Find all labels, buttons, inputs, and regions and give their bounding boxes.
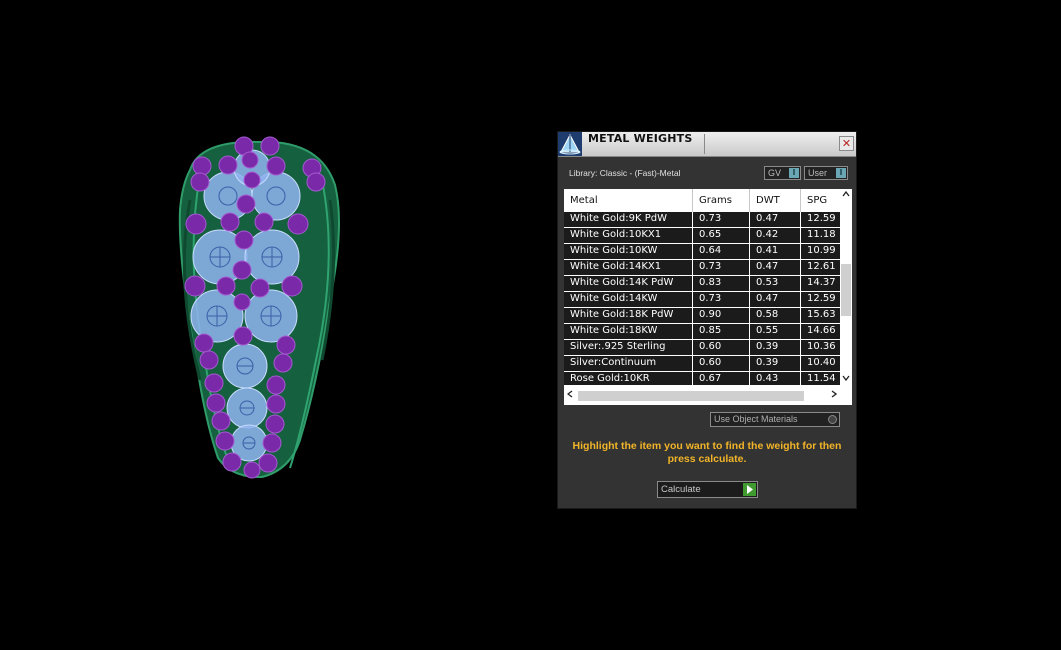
- table-row[interactable]: White Gold:14KX1 0.73 0.47 12.61: [564, 260, 840, 276]
- dwt-cell: 0.39: [756, 341, 779, 352]
- metal-cell: Silver:.925 Sterling: [570, 341, 666, 352]
- spg-cell: 10.40: [807, 357, 836, 368]
- grams-cell: 0.60: [699, 341, 722, 352]
- toggle-knob-icon: I: [836, 168, 846, 178]
- grams-cell: 0.67: [699, 373, 722, 384]
- metal-table: Metal Grams DWT SPG White Gold:9K PdW 0.…: [564, 189, 852, 405]
- spg-cell: 14.37: [807, 277, 836, 288]
- ring-model[interactable]: [178, 136, 340, 479]
- spg-cell: 12.59: [807, 293, 836, 304]
- metal-cell: Rose Gold:10KR: [570, 373, 650, 384]
- table-header: Metal Grams DWT SPG: [564, 189, 840, 212]
- table-row[interactable]: White Gold:14KW 0.73 0.47 12.59: [564, 292, 840, 308]
- dwt-cell: 0.47: [756, 213, 779, 224]
- dialog-titlebar[interactable]: METAL WEIGHTS ✕: [558, 132, 856, 157]
- table-row[interactable]: Silver:.925 Sterling 0.60 0.39 10.36: [564, 340, 840, 356]
- metal-cell: White Gold:9K PdW: [570, 213, 667, 224]
- dwt-cell: 0.58: [756, 309, 779, 320]
- instructions-text: Highlight the item you want to find the …: [572, 440, 842, 465]
- column-header-metal[interactable]: Metal: [570, 189, 598, 212]
- use-object-materials-option[interactable]: Use Object Materials: [710, 412, 840, 427]
- grams-cell: 0.65: [699, 229, 722, 240]
- arrow-right-icon[interactable]: [828, 389, 840, 403]
- radio-icon[interactable]: [828, 415, 837, 424]
- grams-cell: 0.64: [699, 245, 722, 256]
- table-row[interactable]: Silver:Continuum 0.60 0.39 10.40: [564, 356, 840, 372]
- table-row[interactable]: White Gold:14K PdW 0.83 0.53 14.37: [564, 276, 840, 292]
- spg-cell: 10.36: [807, 341, 836, 352]
- grams-cell: 0.73: [699, 293, 722, 304]
- metal-cell: White Gold:18K PdW: [570, 309, 674, 320]
- 3d-viewport[interactable]: [0, 0, 1061, 650]
- grams-cell: 0.90: [699, 309, 722, 320]
- table-row[interactable]: White Gold:18K PdW 0.90 0.58 15.63: [564, 308, 840, 324]
- vertical-scroll-thumb[interactable]: [841, 264, 851, 316]
- column-header-grams[interactable]: Grams: [699, 189, 732, 212]
- vertical-scrollbar[interactable]: [840, 189, 852, 385]
- dwt-cell: 0.43: [756, 373, 779, 384]
- toggle-knob-icon: I: [789, 168, 799, 178]
- dwt-cell: 0.47: [756, 293, 779, 304]
- table-row[interactable]: White Gold:9K PdW 0.73 0.47 12.59: [564, 212, 840, 228]
- spg-cell: 10.99: [807, 245, 836, 256]
- spg-cell: 14.66: [807, 325, 836, 336]
- arrow-down-icon[interactable]: [841, 373, 851, 385]
- grams-cell: 0.85: [699, 325, 722, 336]
- table-row[interactable]: White Gold:10KW 0.64 0.41 10.99: [564, 244, 840, 260]
- spg-cell: 15.63: [807, 309, 836, 320]
- grams-cell: 0.73: [699, 213, 722, 224]
- table-row[interactable]: White Gold:10KX1 0.65 0.42 11.18: [564, 228, 840, 244]
- dwt-cell: 0.41: [756, 245, 779, 256]
- dwt-cell: 0.55: [756, 325, 779, 336]
- table-row[interactable]: White Gold:18KW 0.85 0.55 14.66: [564, 324, 840, 340]
- gv-toggle[interactable]: GV I: [764, 166, 801, 180]
- metal-cell: White Gold:14K PdW: [570, 277, 674, 288]
- metal-weights-dialog: METAL WEIGHTS ✕ Library: Classic - (Fast…: [557, 131, 857, 509]
- grams-cell: 0.60: [699, 357, 722, 368]
- use-object-materials-label: Use Object Materials: [714, 414, 798, 424]
- table-body: White Gold:9K PdW 0.73 0.47 12.59 White …: [564, 212, 840, 385]
- horizontal-scrollbar[interactable]: [564, 389, 840, 403]
- spg-cell: 12.59: [807, 213, 836, 224]
- gv-toggle-label: GV: [768, 168, 782, 178]
- dwt-cell: 0.53: [756, 277, 779, 288]
- user-toggle-label: User: [808, 168, 828, 178]
- close-icon[interactable]: ✕: [839, 136, 854, 151]
- dialog-title: METAL WEIGHTS: [588, 132, 693, 145]
- play-icon: [743, 483, 756, 496]
- column-header-dwt[interactable]: DWT: [756, 189, 780, 212]
- table-row[interactable]: Rose Gold:10KR 0.67 0.43 11.54: [564, 372, 840, 385]
- horizontal-scroll-thumb[interactable]: [578, 391, 804, 401]
- metal-cell: White Gold:10KW: [570, 245, 658, 256]
- library-label: Library: Classic - (Fast)-Metal: [569, 168, 681, 178]
- grams-cell: 0.83: [699, 277, 722, 288]
- metal-cell: Silver:Continuum: [570, 357, 657, 368]
- spg-cell: 11.18: [807, 229, 836, 240]
- dwt-cell: 0.39: [756, 357, 779, 368]
- pyramid-logo-icon: [558, 132, 582, 156]
- user-toggle[interactable]: User I: [804, 166, 848, 180]
- dwt-cell: 0.42: [756, 229, 779, 240]
- dwt-cell: 0.47: [756, 261, 779, 272]
- titlebar-divider: [704, 134, 705, 154]
- metal-cell: White Gold:18KW: [570, 325, 658, 336]
- metal-cell: White Gold:14KW: [570, 293, 658, 304]
- calculate-label: Calculate: [661, 484, 701, 495]
- spg-cell: 11.54: [807, 373, 836, 384]
- calculate-button[interactable]: Calculate: [657, 481, 758, 498]
- metal-cell: White Gold:10KX1: [570, 229, 662, 240]
- arrow-left-icon[interactable]: [564, 389, 576, 403]
- metal-cell: White Gold:14KX1: [570, 261, 662, 272]
- spg-cell: 12.61: [807, 261, 836, 272]
- column-header-spg[interactable]: SPG: [807, 189, 827, 212]
- arrow-up-icon[interactable]: [841, 189, 851, 201]
- grams-cell: 0.73: [699, 261, 722, 272]
